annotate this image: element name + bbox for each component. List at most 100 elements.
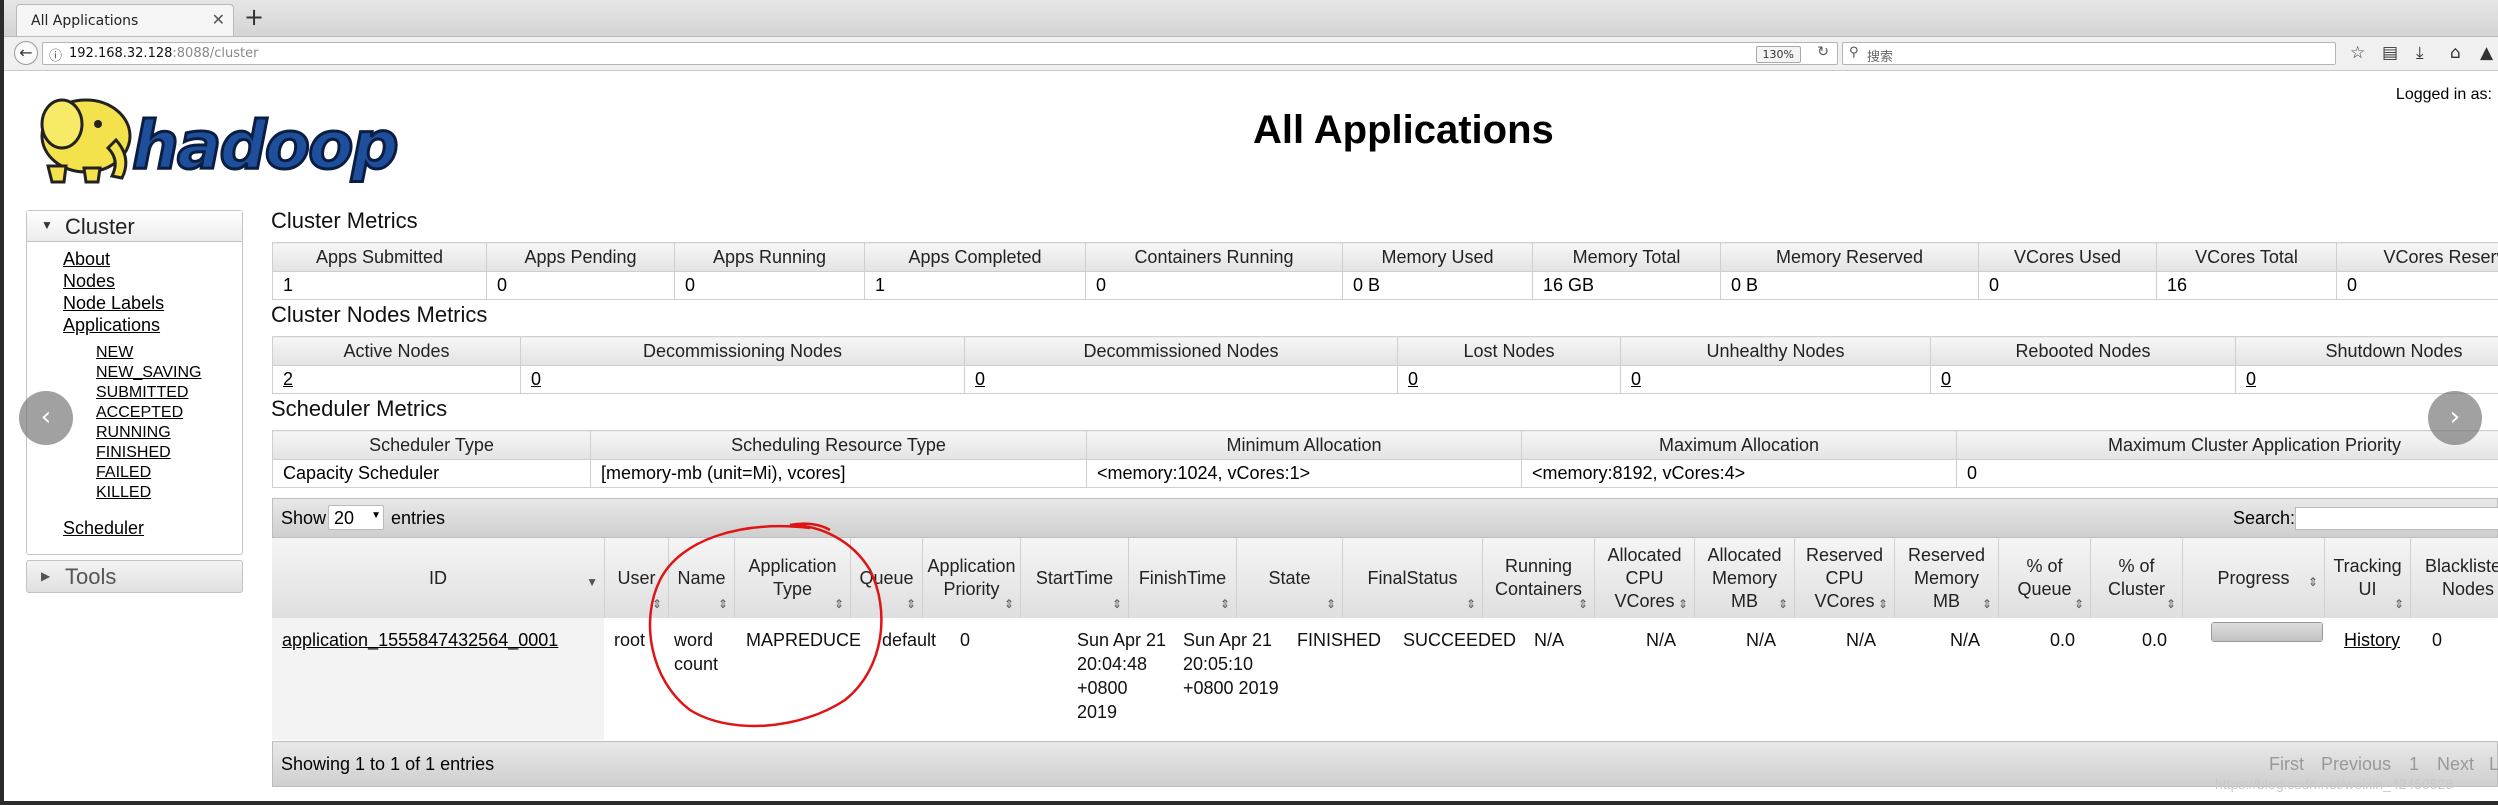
th-allocated-cpu[interactable]: Allocated CPU VCores ⇕ <box>1594 538 1694 618</box>
cell-allocated-memory: N/A <box>1746 630 1777 650</box>
nav-state-new-saving[interactable]: NEW_SAVING <box>96 364 202 382</box>
nav-link-applications[interactable]: Applications <box>63 315 160 336</box>
apps-table-controls: Show 20 ▼ entries Search: <box>272 498 2498 538</box>
th-apps-running: Apps Running <box>674 242 865 272</box>
rebooted-nodes-link[interactable]: 0 <box>1930 365 2236 394</box>
cell-finish-time: Sun Apr 21 20:05:10 +0800 2019 <box>1183 630 1279 698</box>
page-size-select[interactable]: 20 ▼ <box>328 505 384 530</box>
nodes-metrics-header-row: Active Nodes Decommissioning Nodes Decom… <box>272 336 2498 366</box>
nodes-metrics-table: Active Nodes Decommissioning Nodes Decom… <box>272 336 2498 394</box>
th-state[interactable]: State ⇕ <box>1236 538 1342 618</box>
pager-last[interactable]: Last <box>2489 754 2498 775</box>
new-tab-button[interactable]: + <box>244 3 264 31</box>
cell-user: root <box>614 630 646 650</box>
nav-state-killed[interactable]: KILLED <box>96 484 151 502</box>
clipboard-icon[interactable]: ▤ <box>2382 43 2398 63</box>
cluster-nav-header[interactable]: ▼ Cluster <box>27 211 242 242</box>
th-vcores-total: VCores Total <box>2156 242 2337 272</box>
scheduler-metrics-title: Scheduler Metrics <box>271 396 448 421</box>
info-icon[interactable]: ⓘ <box>49 45 62 64</box>
decommissioned-nodes-link[interactable]: 0 <box>964 365 1398 394</box>
nav-link-about[interactable]: About <box>63 249 110 270</box>
unhealthy-nodes-link[interactable]: 0 <box>1620 365 1931 394</box>
th-reserved-cpu[interactable]: Reserved CPU VCores ⇕ <box>1794 538 1894 618</box>
nav-state-running[interactable]: RUNNING <box>96 424 171 442</box>
home-icon[interactable]: ⌂ <box>2450 43 2461 63</box>
th-start-time[interactable]: StartTime ⇕ <box>1020 538 1128 618</box>
shutdown-nodes-link[interactable]: 0 <box>2235 365 2498 394</box>
active-nodes-link[interactable]: 2 <box>272 365 521 394</box>
cluster-metrics-header-row: Apps Submitted Apps Pending Apps Running… <box>272 242 2498 272</box>
th-tracking-ui[interactable]: Tracking UI ⇕ <box>2324 538 2410 618</box>
th-scheduler-type: Scheduler Type <box>272 430 591 460</box>
th-allocated-memory[interactable]: Allocated Memory MB ⇕ <box>1694 538 1794 618</box>
nav-state-finished[interactable]: FINISHED <box>96 444 171 462</box>
table-search-input[interactable] <box>2295 507 2498 530</box>
cell: 0 <box>2336 271 2498 300</box>
chevron-right-icon: › <box>2449 402 2461 432</box>
table-search-label: Search: <box>2233 508 2296 528</box>
browser-tab[interactable]: All Applications ✕ <box>16 4 234 36</box>
entries-label: entries <box>391 508 446 528</box>
th-progress[interactable]: Progress ⇕ <box>2182 538 2324 618</box>
th-apps-submitted: Apps Submitted <box>272 242 487 272</box>
pager-next[interactable]: Next <box>2437 754 2474 775</box>
th-running-containers[interactable]: Running Containers ⇕ <box>1482 538 1594 618</box>
nav-state-failed[interactable]: FAILED <box>96 464 151 482</box>
shield-icon[interactable]: ▲ <box>2480 43 2493 63</box>
pager-first[interactable]: First <box>2269 754 2304 775</box>
bookmark-star-icon[interactable]: ☆ <box>2350 43 2365 63</box>
th-finish-time[interactable]: FinishTime ⇕ <box>1128 538 1236 618</box>
download-icon[interactable]: ⤓ <box>2416 43 2424 63</box>
th-queue[interactable]: Queue ⇕ <box>850 538 922 618</box>
nav-link-scheduler[interactable]: Scheduler <box>63 518 144 539</box>
search-icon: ⚲ <box>1849 45 1859 60</box>
th-decommissioning-nodes: Decommissioning Nodes <box>520 336 965 366</box>
tools-nav-header[interactable]: ▶ Tools <box>26 560 243 593</box>
cell: [memory-mb (unit=Mi), vcores] <box>590 459 1087 488</box>
cell: 16 <box>2156 271 2337 300</box>
table-row: application_1555847432564_0001 root word… <box>272 618 2498 740</box>
collapsed-triangle-icon: ▶ <box>41 569 51 583</box>
browser-search-input[interactable]: ⚲ 搜索 <box>1842 42 2336 65</box>
next-slide-button[interactable]: › <box>2428 391 2482 445</box>
nav-link-node-labels[interactable]: Node Labels <box>63 293 164 314</box>
th-pct-cluster[interactable]: % of Cluster ⇕ <box>2090 538 2182 618</box>
apps-table-header: ID ▼ User ⇕ Name ⇕ Application Type ⇕ Queue ⇕… <box>272 538 2498 619</box>
url-bar[interactable]: ⓘ 192.168.32.128:8088/cluster 130% ↻ <box>42 42 1838 65</box>
nav-state-accepted[interactable]: ACCEPTED <box>96 404 183 422</box>
nav-link-nodes[interactable]: Nodes <box>63 271 115 292</box>
prev-slide-button[interactable]: ‹ <box>19 391 73 445</box>
cell-final-status: SUCCEEDED <box>1403 630 1517 650</box>
th-final-status[interactable]: FinalStatus ⇕ <box>1342 538 1482 618</box>
tab-close-icon[interactable]: ✕ <box>212 10 225 29</box>
nav-state-new[interactable]: NEW <box>96 344 133 362</box>
back-arrow-icon[interactable]: ← <box>14 41 38 65</box>
th-user[interactable]: User ⇕ <box>604 538 668 618</box>
watermark: https://blog.csdn.net/weixin_42450528 <box>2215 776 2454 792</box>
progress-bar <box>2211 622 2323 642</box>
cell: 0 B <box>1720 271 1979 300</box>
cell: 1 <box>864 271 1086 300</box>
nodes-metrics-value-row: 2 0 0 0 0 0 0 <box>272 365 2498 394</box>
decommissioning-nodes-link[interactable]: 0 <box>520 365 965 394</box>
th-blacklisted-nodes[interactable]: Blacklisted Nodes <box>2410 538 2498 618</box>
pager-page-1[interactable]: 1 <box>2409 754 2419 775</box>
th-pct-queue[interactable]: % of Queue ⇕ <box>1998 538 2090 618</box>
history-link[interactable]: History <box>2344 628 2400 652</box>
th-application-priority[interactable]: Application Priority ⇕ <box>922 538 1020 618</box>
cell: Capacity Scheduler <box>272 459 591 488</box>
nav-state-submitted[interactable]: SUBMITTED <box>96 384 188 402</box>
th-reserved-memory[interactable]: Reserved Memory MB ⇕ <box>1894 538 1998 618</box>
application-id-link[interactable]: application_1555847432564_0001 <box>282 628 558 652</box>
th-id[interactable]: ID ▼ <box>272 538 604 618</box>
lost-nodes-link[interactable]: 0 <box>1397 365 1621 394</box>
zoom-level-badge[interactable]: 130% <box>1755 46 1801 63</box>
cell: <memory:8192, vCores:4> <box>1521 459 1957 488</box>
cell-state: FINISHED <box>1297 630 1382 650</box>
reload-icon[interactable]: ↻ <box>1817 44 1829 60</box>
th-application-type[interactable]: Application Type ⇕ <box>734 538 850 618</box>
pager-previous[interactable]: Previous <box>2321 754 2391 775</box>
apps-table-footer: Showing 1 to 1 of 1 entries First Previo… <box>272 741 2498 787</box>
th-name[interactable]: Name ⇕ <box>668 538 734 618</box>
